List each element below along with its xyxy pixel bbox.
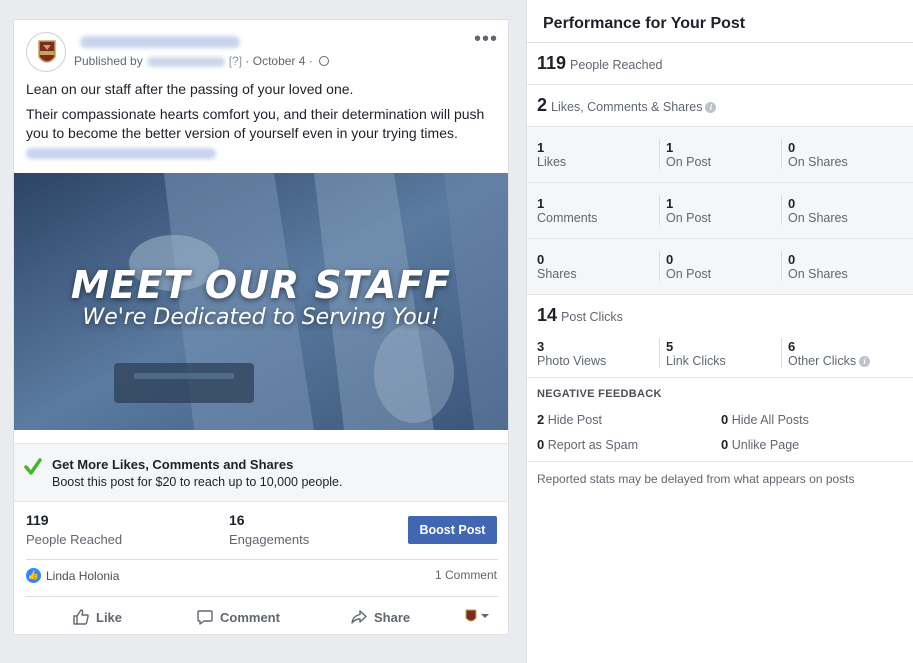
reached-metric: 119 People Reached (537, 53, 663, 73)
promo-title: Get More Likes, Comments and Shares (52, 457, 294, 472)
check-leaf-icon (24, 458, 42, 475)
reached-row: 119 People Reached (527, 43, 913, 85)
report-spam-stat: 0 Report as Spam (537, 437, 639, 452)
post-text: Lean on our staff after the passing of y… (26, 80, 496, 168)
stats-footnote: Reported stats may be delayed from what … (537, 472, 855, 486)
shares-on-shares: 0 On Shares (788, 252, 848, 281)
link-clicks: 5 Link Clicks (666, 339, 726, 368)
divider (659, 195, 660, 225)
image-subtitle: We're Dedicated to Serving You! (82, 305, 440, 330)
boost-promo[interactable]: Get More Likes, Comments and Shares Boos… (14, 443, 508, 502)
shares-on-post: 0 On Post (666, 252, 712, 281)
divider (781, 251, 782, 281)
comment-count[interactable]: 1 Comment (435, 568, 497, 582)
comments-on-shares: 0 On Shares (788, 196, 848, 225)
people-reached-label: People Reached (26, 532, 123, 547)
engagements-label: Engagements (229, 532, 310, 547)
photo-views: 3 Photo Views (537, 339, 607, 368)
action-bar: Like Comment Share (26, 600, 498, 634)
page-avatar-small-icon (465, 609, 477, 622)
post-clicks-section: 14 Post Clicks 3 Photo Views 5 Link Clicks … (527, 295, 913, 378)
likes-row: 1 Likes 1 On Post 0 On Shares (527, 127, 913, 183)
divider (659, 338, 660, 368)
shares-total: 0 Shares (537, 252, 577, 281)
engagements-value: 16 (229, 512, 245, 528)
lcs-row: 2 Likes, Comments & Shares i (527, 85, 913, 127)
people-reached-stat[interactable]: 119 People Reached (26, 512, 122, 547)
divider (781, 139, 782, 169)
post-card: Published by [?] · October 4 · ••• Lean o… (13, 19, 509, 635)
share-icon (351, 610, 367, 624)
other-clicks: 6 Other Clicks i (788, 339, 871, 368)
likes-total: 1 Likes (537, 140, 567, 169)
promo-subtitle: Boost this post for $20 to reach up to 1… (52, 475, 343, 489)
divider (781, 338, 782, 368)
negative-feedback-heading: NEGATIVE FEEDBACK (537, 388, 662, 400)
post-as-selector[interactable] (464, 608, 492, 624)
post-image[interactable]: MEET OUR STAFF We're Dedicated to Servin… (14, 173, 508, 430)
divider (26, 559, 498, 560)
like-reaction-icon: 👍 (26, 568, 41, 583)
more-options-icon[interactable]: ••• (474, 28, 498, 51)
post-date[interactable]: October 4 (253, 54, 306, 68)
comments-on-post: 1 On Post (666, 196, 712, 225)
published-by-label: Published by (74, 54, 143, 68)
performance-panel: Performance for Your Post 119 People Reac… (526, 0, 913, 663)
shares-row: 0 Shares 0 On Post 0 On Shares (527, 239, 913, 295)
people-reached-value: 119 (26, 512, 49, 528)
hide-all-posts-stat: 0 Hide All Posts (721, 412, 809, 427)
reactions-summary[interactable]: 👍 Linda Holonia (26, 568, 119, 583)
engagement-grid: 1 Likes 1 On Post 0 On Shares 1 Comments 1 On… (527, 127, 913, 295)
liker-name: Linda Holonia (46, 568, 120, 583)
post-text-line1: Lean on our staff after the passing of y… (26, 81, 354, 97)
hide-post-stat: 2 Hide Post (537, 412, 602, 427)
panel-title: Performance for Your Post (543, 15, 746, 32)
page-name-redacted[interactable] (80, 36, 240, 48)
likes-on-post: 1 On Post (666, 140, 712, 169)
unlike-page-stat: 0 Unlike Page (721, 437, 800, 452)
chevron-down-icon (481, 614, 489, 618)
likes-on-shares: 0 On Shares (788, 140, 848, 169)
page-avatar[interactable] (26, 32, 66, 72)
divider (781, 195, 782, 225)
comment-button[interactable]: Comment (196, 608, 280, 626)
globe-icon (319, 56, 330, 66)
comments-row: 1 Comments 1 On Post 0 On Shares (527, 183, 913, 239)
help-marker[interactable]: [?] (229, 54, 242, 68)
image-title: MEET OUR STAFF (70, 263, 452, 307)
divider (26, 596, 498, 597)
info-icon[interactable]: i (859, 356, 871, 367)
divider (659, 251, 660, 281)
share-button[interactable]: Share (350, 608, 410, 626)
comments-total: 1 Comments (537, 196, 598, 225)
engagements-stat[interactable]: 16 Engagements (229, 512, 309, 547)
info-icon[interactable]: i (705, 102, 717, 113)
post-clicks-metric: 14 Post Clicks (537, 305, 623, 325)
divider (659, 139, 660, 169)
like-button[interactable]: Like (72, 608, 122, 626)
post-header: Published by [?] · October 4 · ••• (26, 28, 498, 76)
post-meta: Published by [?] · October 4 · (74, 54, 330, 68)
boost-post-button[interactable]: Boost Post (408, 516, 497, 544)
comment-icon (197, 610, 213, 625)
post-text-line2: Their compassionate hearts comfort you, … (26, 105, 496, 162)
like-icon (73, 609, 89, 625)
post-link-redacted[interactable] (26, 147, 216, 159)
divider (527, 461, 913, 462)
lcs-metric: 2 Likes, Comments & Shares i (537, 95, 717, 116)
publisher-name-redacted[interactable] (146, 56, 225, 67)
